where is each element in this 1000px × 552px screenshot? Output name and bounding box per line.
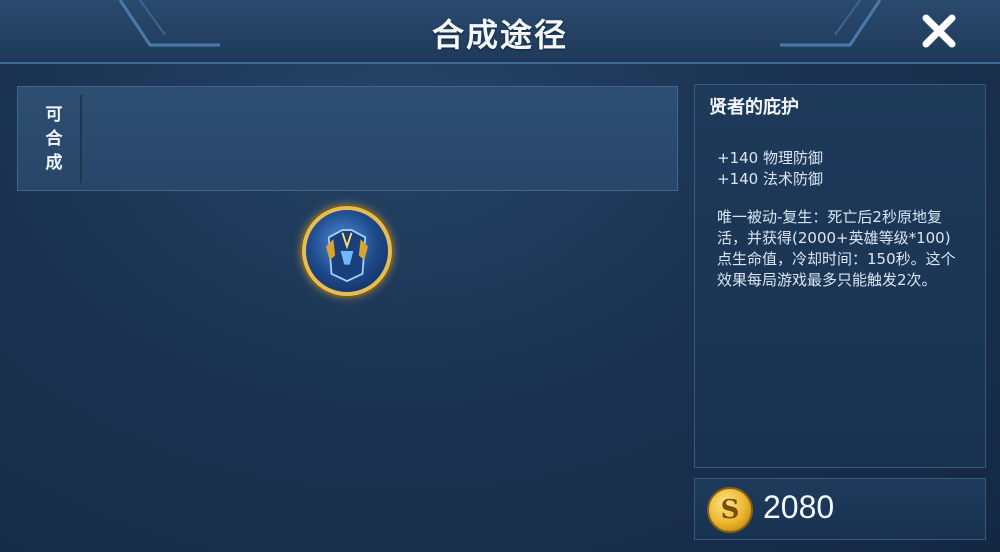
item-stat: +140 法术防御 <box>717 170 823 188</box>
compose-label-char: 合 <box>45 129 63 149</box>
gold-coin-icon: S <box>707 487 753 533</box>
compose-label-char: 成 <box>45 153 63 173</box>
close-icon[interactable] <box>918 10 960 52</box>
title-bar: 合成途径 <box>0 0 1000 64</box>
compose-panel: 可 合 成 <box>17 86 678 191</box>
item-price: 2080 <box>763 489 835 525</box>
item-stat: +140 物理防御 <box>717 149 823 167</box>
compose-label-char: 可 <box>45 105 63 125</box>
compose-label: 可 合 成 <box>28 99 80 179</box>
divider <box>80 95 82 183</box>
item-description: 唯一被动-复生：死亡后2秒原地复活，并获得(2000+英雄等级*100)点生命值… <box>717 208 956 289</box>
item-info-panel: 贤者的庇护 +140 物理防御 +140 法术防御 唯一被动-复生：死亡后2秒原… <box>694 84 986 468</box>
price-panel: S 2080 <box>694 478 986 540</box>
page-title: 合成途径 <box>431 16 568 54</box>
item-name: 贤者的庇护 <box>709 97 799 118</box>
item-node[interactable] <box>302 206 392 296</box>
armor-item-icon <box>326 229 368 283</box>
